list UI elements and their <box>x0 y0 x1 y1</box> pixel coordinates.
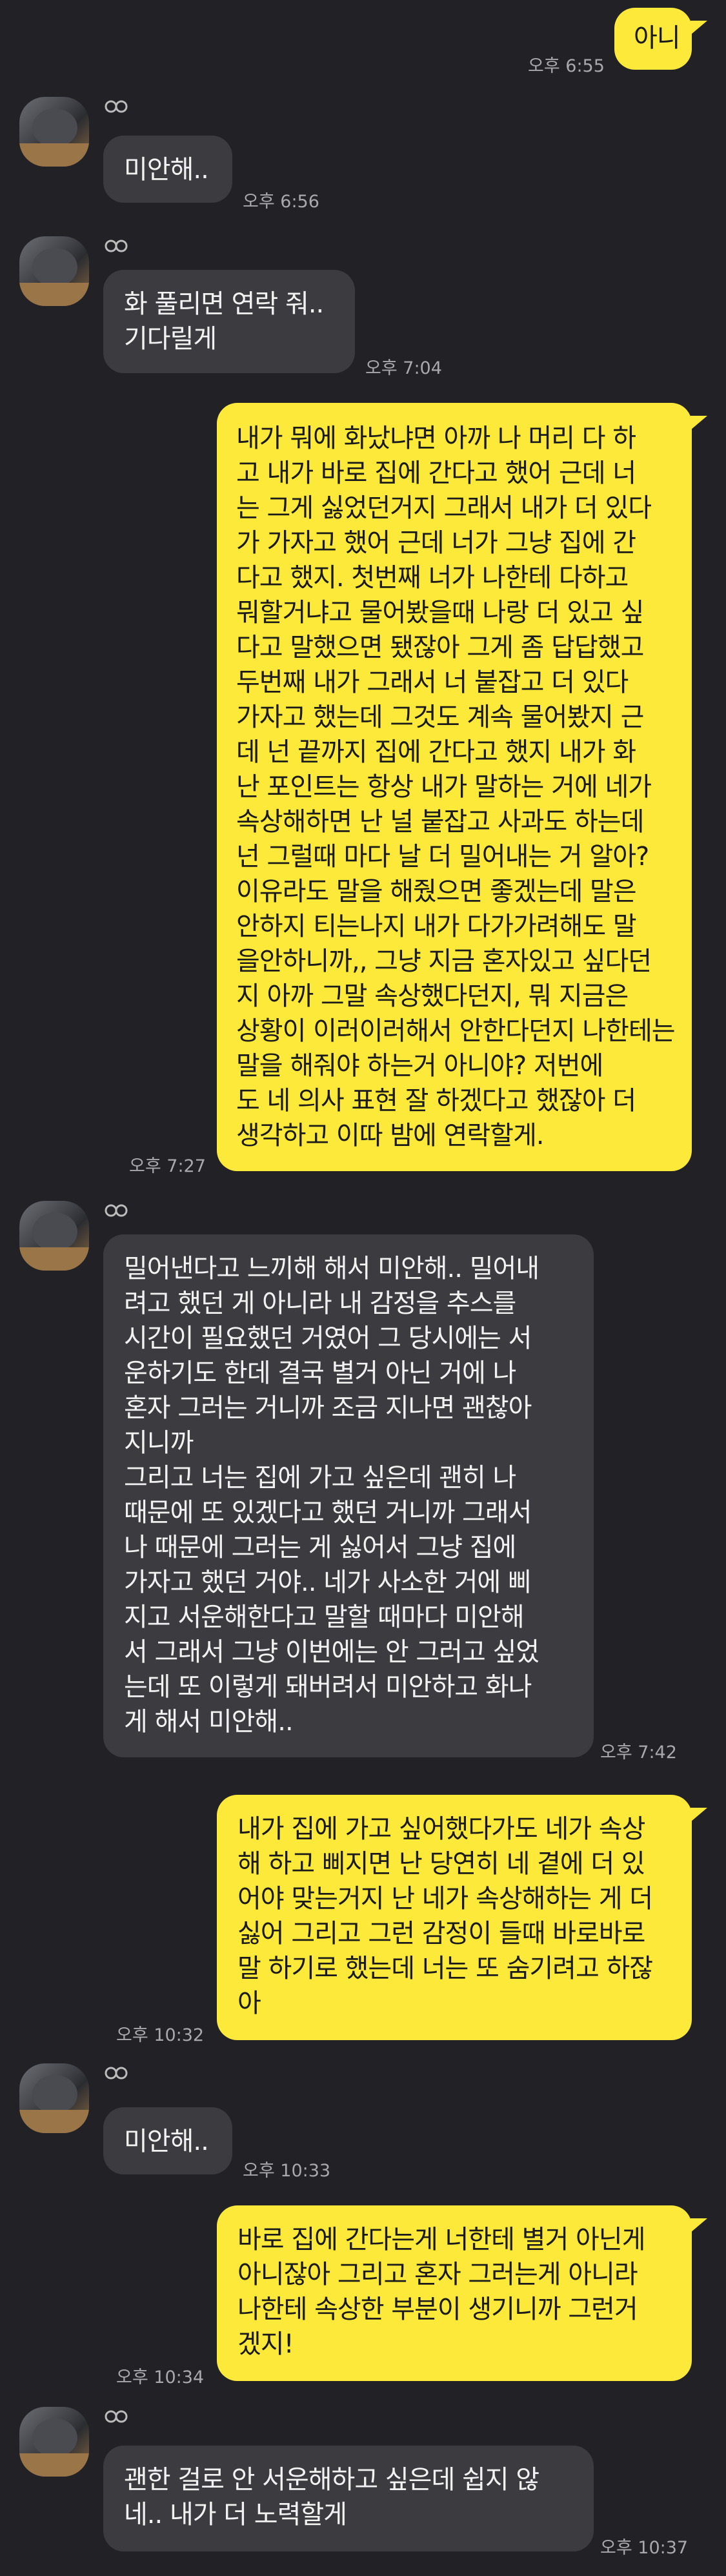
bubble-tail <box>691 416 707 430</box>
link-icon <box>105 2067 128 2080</box>
contact-avatar[interactable] <box>19 2063 89 2133</box>
incoming-message[interactable]: 미안해.. <box>103 136 232 203</box>
message-time: 오후 7:04 <box>365 358 442 378</box>
link-icon <box>105 2410 128 2423</box>
contact-avatar[interactable] <box>19 97 89 167</box>
outgoing-message[interactable]: 바로 집에 간다는게 너한테 별거 아닌게 아니잖아 그리고 혼자 그러는게 아… <box>217 2205 692 2381</box>
message-time: 오후 6:55 <box>528 56 605 76</box>
bubble-tail <box>691 21 707 35</box>
contact-avatar[interactable] <box>19 2407 89 2477</box>
incoming-message[interactable]: 밀어낸다고 느끼해 해서 미안해.. 밀어내 려고 했던 게 아니라 내 감정을… <box>103 1234 594 1757</box>
message-time: 오후 7:42 <box>600 1743 677 1763</box>
message-time: 오후 10:34 <box>116 2367 205 2387</box>
contact-avatar[interactable] <box>19 1201 89 1271</box>
link-icon <box>105 240 128 252</box>
message-time: 오후 10:32 <box>116 2025 205 2045</box>
message-time: 오후 7:27 <box>129 1156 206 1176</box>
outgoing-message[interactable]: 아니 <box>614 8 692 70</box>
link-icon <box>105 1204 128 1217</box>
incoming-message[interactable]: 화 풀리면 연락 줘.. 기다릴게 <box>103 270 355 373</box>
link-icon <box>105 100 128 113</box>
incoming-message[interactable]: 미안해.. <box>103 2107 232 2174</box>
message-time: 오후 6:56 <box>243 192 319 212</box>
message-time: 오후 10:37 <box>600 2538 689 2558</box>
bubble-tail <box>691 2218 707 2233</box>
bubble-tail <box>691 1808 707 1822</box>
incoming-message[interactable]: 괜한 걸로 안 서운해하고 싶은데 쉽지 않 네.. 내가 더 노력할게 <box>103 2446 594 2551</box>
outgoing-message[interactable]: 내가 뭐에 화났냐면 아까 나 머리 다 하 고 내가 바로 집에 간다고 했어… <box>217 403 692 1171</box>
message-time: 오후 10:33 <box>243 2161 331 2181</box>
outgoing-message[interactable]: 내가 집에 가고 싶어했다가도 네가 속상 해 하고 삐지면 난 당연히 네 곁… <box>217 1795 692 2040</box>
contact-avatar[interactable] <box>19 236 89 306</box>
